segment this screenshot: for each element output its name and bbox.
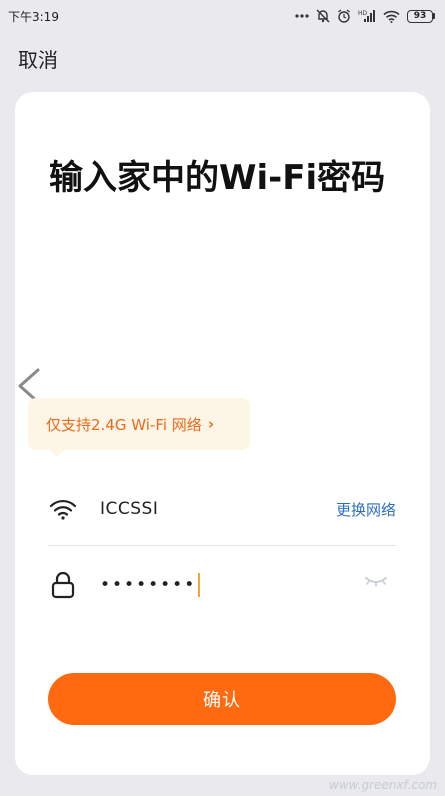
watermark: www.greenxf.com <box>329 778 437 792</box>
tooltip-pointer <box>48 448 66 457</box>
tooltip-text: 仅支持2.4G Wi-Fi 网络 <box>46 415 202 434</box>
status-bar: 下午3:19 HD 93 <box>0 0 445 32</box>
password-field[interactable]: •••••••• <box>100 573 330 597</box>
status-time: 下午3:19 <box>8 9 59 24</box>
more-dots-icon <box>295 13 309 19</box>
chevron-right-icon: › <box>207 415 214 433</box>
wifi-ssid: ICCSSI <box>100 499 159 519</box>
signal-icon: HD <box>358 9 376 23</box>
password-row: •••••••• <box>48 560 396 610</box>
cancel-button[interactable]: 取消 <box>18 44 58 73</box>
change-network-link[interactable]: 更换网络 <box>336 499 396 520</box>
lock-icon <box>48 570 78 600</box>
mute-bell-icon <box>316 9 330 23</box>
wifi-icon <box>48 494 78 524</box>
wifi-network-row: ICCSSI 更换网络 <box>48 484 396 534</box>
wifi-status-icon <box>383 10 400 23</box>
alarm-icon <box>337 9 351 23</box>
svg-text:HD: HD <box>358 10 368 17</box>
status-icons: HD 93 <box>295 9 435 23</box>
battery-level: 93 <box>407 9 433 23</box>
divider <box>48 545 396 546</box>
battery-indicator: 93 <box>407 9 435 23</box>
text-caret <box>198 573 201 597</box>
confirm-button[interactable]: 确认 <box>48 673 396 725</box>
battery-tip <box>433 13 435 19</box>
page-title: 输入家中的Wi-Fi密码 <box>49 158 386 198</box>
screen: 下午3:19 HD 93 取消 输入家中的Wi-Fi密码 仅支持2.4G Wi-… <box>0 0 445 796</box>
wifi-band-tooltip[interactable]: 仅支持2.4G Wi-Fi 网络 › <box>28 398 250 450</box>
eye-closed-icon[interactable] <box>364 573 388 592</box>
password-value: •••••••• <box>100 575 197 595</box>
